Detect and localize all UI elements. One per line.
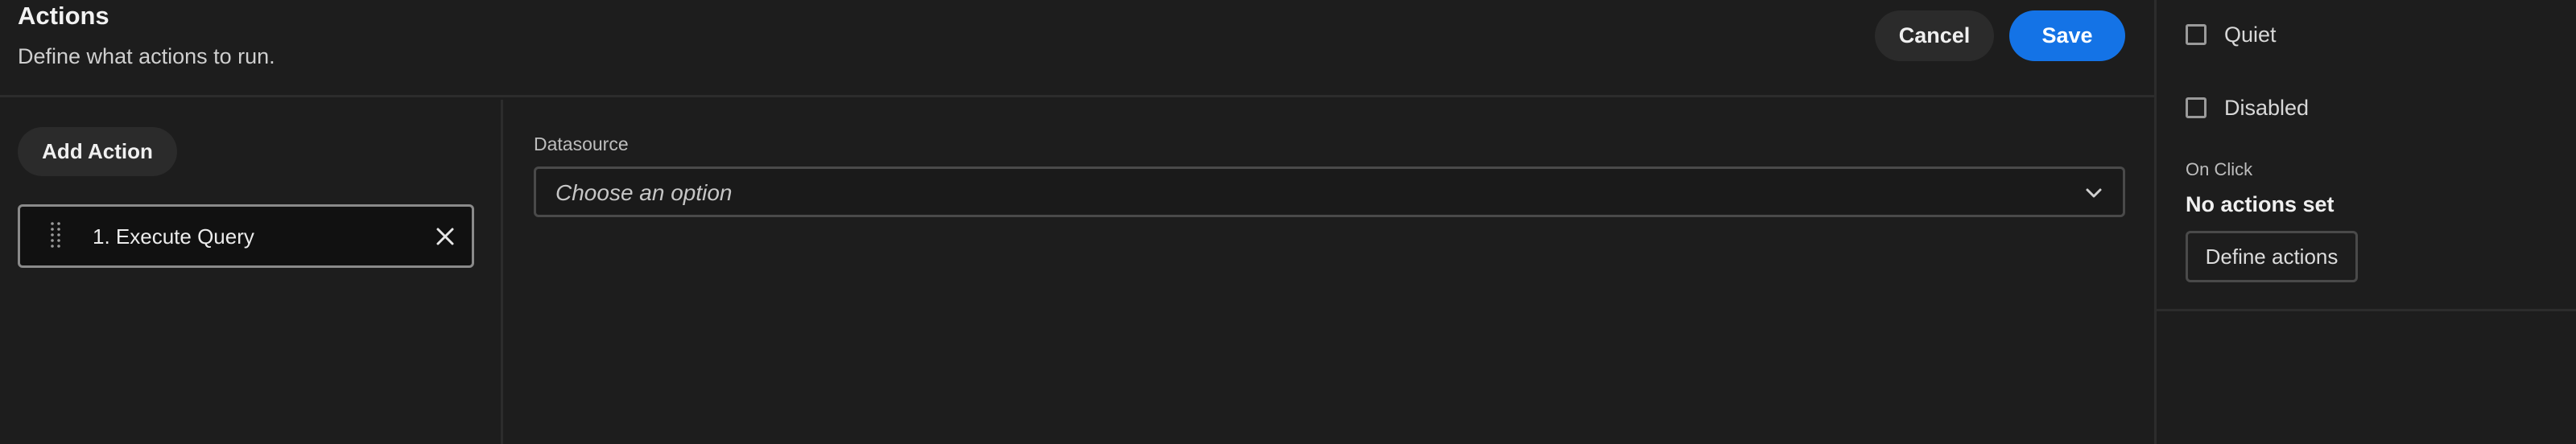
chevron-down-icon	[2083, 182, 2105, 204]
define-actions-button[interactable]: Define actions	[2186, 231, 2358, 282]
dialog-subtitle: Define what actions to run.	[18, 44, 275, 68]
add-action-button[interactable]: Add Action	[18, 127, 177, 176]
datasource-select[interactable]: Choose an option	[534, 166, 2125, 217]
disabled-checkbox[interactable]	[2186, 97, 2207, 118]
action-config-pane: Datasource Choose an option	[506, 100, 2154, 444]
quiet-checkbox[interactable]	[2186, 24, 2207, 45]
close-icon[interactable]	[430, 221, 460, 252]
actions-dialog: Actions Define what actions to run. Canc…	[0, 0, 2154, 444]
drag-handle-icon[interactable]	[49, 221, 62, 252]
datasource-placeholder: Choose an option	[555, 180, 733, 205]
quiet-label: Quiet	[2224, 22, 2277, 47]
quiet-checkbox-row[interactable]: Quiet	[2186, 18, 2277, 51]
disabled-label: Disabled	[2224, 95, 2310, 120]
dialog-title: Actions	[18, 2, 109, 30]
app-root: Actions Define what actions to run. Canc…	[0, 0, 2576, 444]
panel-divider	[2157, 309, 2576, 311]
save-button[interactable]: Save	[2009, 10, 2125, 61]
datasource-label: Datasource	[534, 134, 629, 154]
actions-list-pane: Add Action 1. Execute Query	[0, 100, 503, 444]
no-actions-text: No actions set	[2186, 192, 2334, 216]
dialog-header: Actions Define what actions to run. Canc…	[0, 0, 2154, 97]
cancel-button[interactable]: Cancel	[1875, 10, 1994, 61]
action-item-label: 1. Execute Query	[93, 224, 254, 249]
properties-panel: Quiet Disabled On Click No actions set D…	[2154, 0, 2576, 444]
on-click-label: On Click	[2186, 159, 2253, 179]
disabled-checkbox-row[interactable]: Disabled	[2186, 92, 2309, 124]
action-list-item[interactable]: 1. Execute Query	[18, 204, 474, 268]
